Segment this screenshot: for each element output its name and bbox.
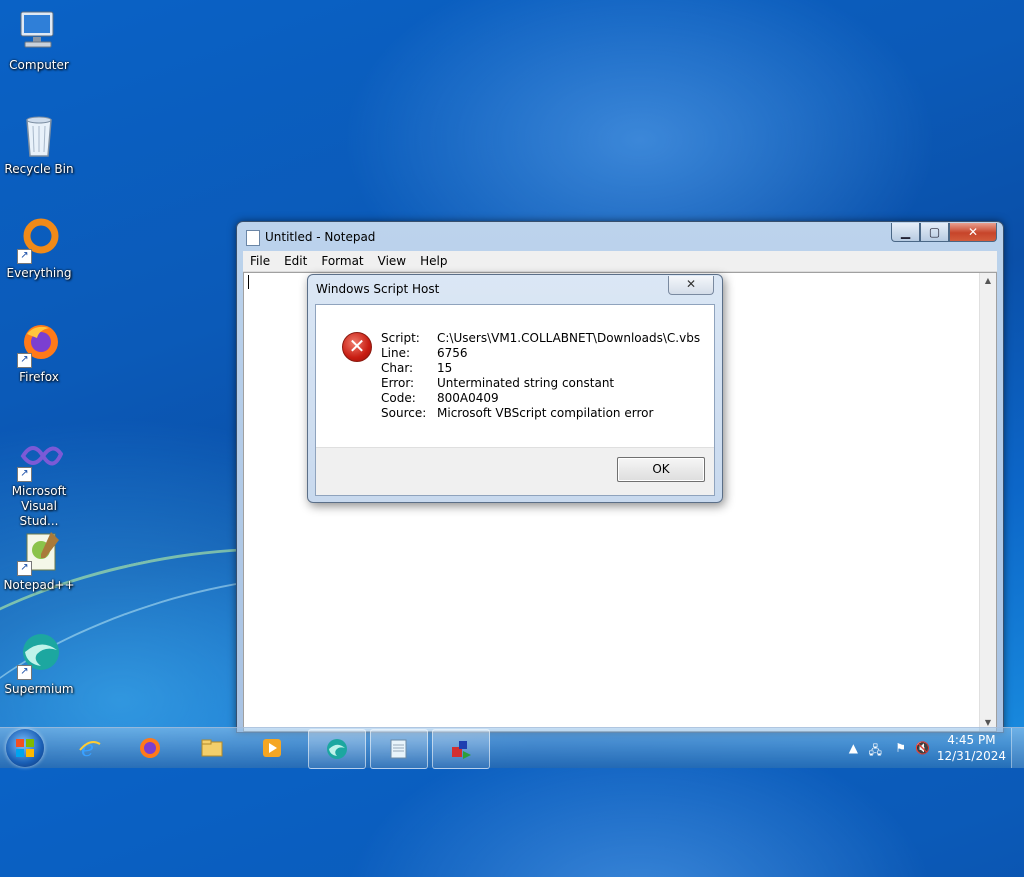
error-icon: ✕ <box>342 332 372 362</box>
visual-studio-icon: ↗ <box>15 434 64 482</box>
dialog-close-button[interactable]: ✕ <box>668 276 714 295</box>
taskbar-supermium[interactable] <box>308 729 366 769</box>
script-host-dialog[interactable]: Windows Script Host ✕ ✕ Script: Line: Ch… <box>307 274 723 503</box>
clock-time: 4:45 PM <box>947 733 996 747</box>
field-label: Line: <box>381 346 411 360</box>
menu-file[interactable]: File <box>243 254 277 268</box>
desktop-icon-computer[interactable]: Computer <box>1 8 77 73</box>
internet-explorer-icon: e <box>79 737 101 760</box>
menu-format[interactable]: Format <box>314 254 370 268</box>
window-controls: ▁ ▢ ✕ <box>891 223 997 242</box>
desktop-icon-label: Supermium <box>4 682 74 696</box>
field-label: Source: <box>381 406 427 420</box>
everything-icon: ↗ <box>15 216 63 264</box>
notepad-icon <box>390 739 407 759</box>
notepad-app-icon <box>246 230 260 246</box>
firefox-icon <box>140 738 160 758</box>
dialog-footer: OK <box>316 447 714 495</box>
error-field-values: C:\Users\VM1.COLLABNET\Downloads\C.vbs 6… <box>437 331 700 421</box>
close-button[interactable]: ✕ <box>949 223 997 242</box>
notepad-title: Untitled - Notepad <box>265 230 376 244</box>
taskbar-file-explorer[interactable] <box>184 729 240 767</box>
taskbar-firefox[interactable] <box>122 729 178 767</box>
network-icon[interactable]: 🖧 <box>869 741 882 762</box>
taskbar-notepad[interactable] <box>370 729 428 769</box>
show-hidden-icons-chevron-icon[interactable]: ▲ <box>849 741 858 755</box>
menu-edit[interactable]: Edit <box>277 254 314 268</box>
svg-text:e: e <box>81 737 94 760</box>
text-caret <box>248 275 249 289</box>
code-value: 800A0409 <box>437 391 499 405</box>
desktop-icon-label: Computer <box>9 58 69 72</box>
taskbar-script-host[interactable] <box>432 729 490 769</box>
desktop-icon-label: Notepad++ <box>3 578 75 592</box>
desktop-icon-recycle-bin[interactable]: Recycle Bin <box>1 112 77 177</box>
menu-help[interactable]: Help <box>413 254 454 268</box>
file-explorer-icon <box>201 739 223 757</box>
recycle-bin-icon <box>15 112 63 160</box>
firefox-icon: ↗ <box>15 320 63 368</box>
show-desktop-button[interactable] <box>1011 728 1024 768</box>
field-label: Script: <box>381 331 420 345</box>
script-host-icon <box>452 741 471 759</box>
vertical-scrollbar[interactable]: ▲ ▼ <box>979 273 996 731</box>
shortcut-arrow-icon: ↗ <box>17 665 32 680</box>
supermium-icon: ↗ <box>15 632 63 680</box>
menu-view[interactable]: View <box>371 254 413 268</box>
source-value: Microsoft VBScript compilation error <box>437 406 654 420</box>
computer-icon <box>15 8 63 56</box>
minimize-button[interactable]: ▁ <box>891 223 920 242</box>
notepad-plus-plus-icon: ↗ <box>15 528 63 576</box>
desktop-icon-firefox[interactable]: ↗ Firefox <box>1 320 77 385</box>
field-label: Char: <box>381 361 414 375</box>
media-player-icon <box>263 739 281 757</box>
dialog-body: ✕ Script: Line: Char: Error: Code: Sourc… <box>315 304 715 496</box>
error-value: Unterminated string constant <box>437 376 615 390</box>
start-button[interactable] <box>6 729 44 767</box>
field-label: Error: <box>381 376 415 390</box>
menu-bar: File Edit Format View Help <box>243 251 997 272</box>
shortcut-arrow-icon: ↗ <box>17 561 32 576</box>
scroll-up-icon[interactable]: ▲ <box>980 273 996 289</box>
desktop-icon-notepad-plus-plus[interactable]: ↗ Notepad++ <box>1 528 77 593</box>
clock-date: 12/31/2024 <box>936 749 1006 763</box>
desktop-icon-supermium[interactable]: ↗ Supermium <box>1 632 77 697</box>
action-center-flag-icon[interactable]: ⚑ <box>895 741 906 755</box>
shortcut-arrow-icon: ↗ <box>17 249 32 264</box>
desktop-icon-label: Recycle Bin <box>4 162 74 176</box>
volume-muted-icon[interactable]: 🔇 <box>915 741 930 755</box>
desktop-icon-label: Everything <box>6 266 72 280</box>
supermium-icon <box>327 739 347 759</box>
line-value: 6756 <box>437 346 468 360</box>
shortcut-arrow-icon: ↗ <box>17 353 32 368</box>
taskbar: e ▲ 🖧 ⚑ 🔇 4:45 PM 12/31/2024 <box>0 727 1024 769</box>
shortcut-arrow-icon: ↗ <box>17 467 32 482</box>
char-value: 15 <box>437 361 453 375</box>
field-label: Code: <box>381 391 416 405</box>
script-path-value: C:\Users\VM1.COLLABNET\Downloads\C.vbs <box>437 331 701 345</box>
desktop-icon-label: Microsoft Visual Stud... <box>11 484 67 528</box>
clock[interactable]: 4:45 PM 12/31/2024 <box>937 732 1006 764</box>
error-field-labels: Script: Line: Char: Error: Code: Source: <box>381 331 426 421</box>
taskbar-media-player[interactable] <box>244 729 300 767</box>
maximize-button[interactable]: ▢ <box>920 223 949 242</box>
desktop-icon-everything[interactable]: ↗ Everything <box>1 216 77 281</box>
taskbar-internet-explorer[interactable]: e <box>62 729 118 767</box>
desktop-icon-visual-studio[interactable]: ↗ Microsoft Visual Stud... <box>1 434 77 529</box>
desktop-icon-label: Firefox <box>19 370 59 384</box>
dialog-title: Windows Script Host <box>316 282 440 296</box>
windows-logo-icon <box>16 739 34 757</box>
ok-button[interactable]: OK <box>617 457 705 482</box>
